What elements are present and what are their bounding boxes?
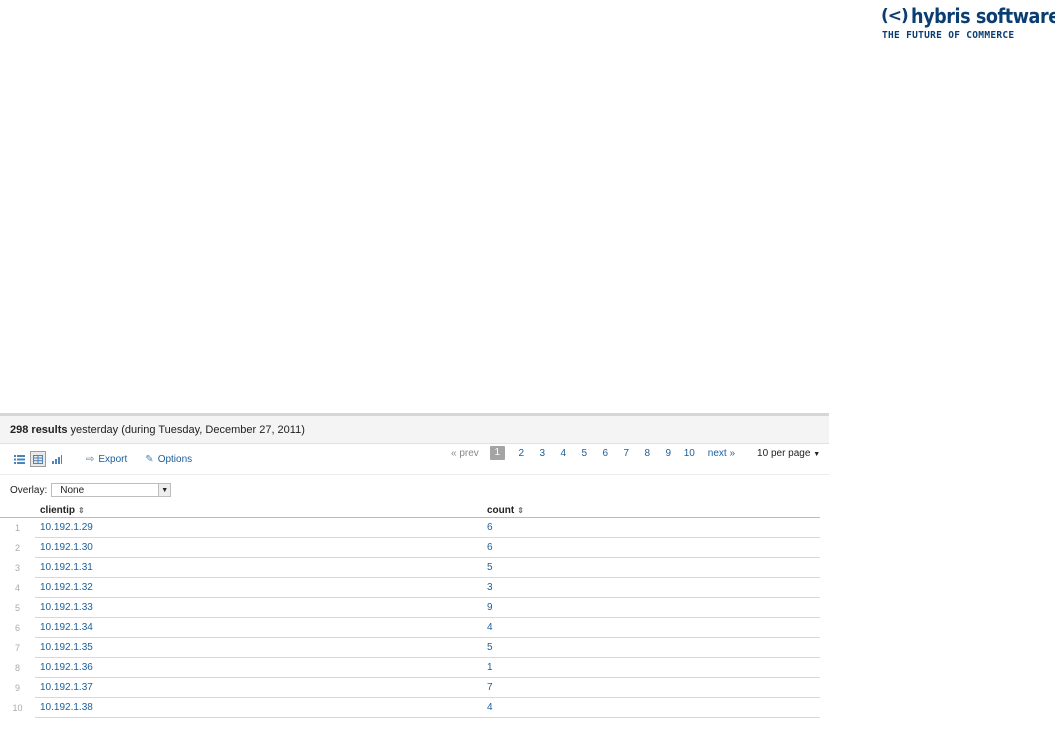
overlay-row: Overlay: None ▼ [0,475,829,505]
count-cell[interactable]: 7 [484,677,820,698]
count-column-header[interactable]: count ⇕ [484,504,820,518]
row-index: 7 [14,642,20,653]
per-page-dropdown[interactable]: 10 per page ▼ [757,448,820,459]
row-index: 3 [14,562,20,573]
bar-chart-view-icon[interactable] [50,452,64,466]
pagination: « prev 1 2 3 4 5 6 7 8 9 10 next » 10 pe… [451,446,820,460]
table-row: 6 10.192.1.34 4 [0,617,820,638]
clientip-cell[interactable]: 10.192.1.37 [35,677,484,698]
next-page-link[interactable]: next » [708,448,735,459]
clientip-cell[interactable]: 10.192.1.35 [35,637,484,658]
page-10-link[interactable]: 10 [679,448,700,459]
logo-wordmark: hybris software [910,4,1055,28]
clientip-cell[interactable]: 10.192.1.30 [35,537,484,558]
dropdown-arrow-icon: ▼ [158,484,171,496]
caret-down-icon: ▼ [813,450,821,458]
logo-tagline: THE FUTURE OF COMMERCE [882,30,1015,41]
export-icon: ⇨ [86,453,95,465]
page-3-link[interactable]: 3 [532,448,553,459]
row-index: 8 [14,662,20,673]
row-index: 9 [14,682,20,693]
table-view-icon[interactable] [30,451,46,467]
edit-icon: ✎ [145,453,154,465]
row-index: 2 [14,542,20,553]
page-4-link[interactable]: 4 [553,448,574,459]
table-row: 2 10.192.1.30 6 [0,537,820,558]
clientip-header-label: clientip [40,505,76,516]
count-cell[interactable]: 3 [484,577,820,598]
count-cell[interactable]: 4 [484,697,820,718]
results-summary: 298 results yesterday (during Tuesday, D… [0,413,829,444]
count-header-label: count [487,505,515,516]
count-cell[interactable]: 6 [484,517,820,538]
page-2-link[interactable]: 2 [511,448,532,459]
list-view-icon[interactable] [12,452,26,466]
clientip-cell[interactable]: 10.192.1.38 [35,697,484,718]
page-8-link[interactable]: 8 [637,448,658,459]
options-label: Options [157,453,193,465]
results-toolbar: ⇨ Export ✎ Options « prev 1 2 3 4 5 6 7 … [0,444,829,475]
row-index: 6 [14,622,20,633]
clientip-cell[interactable]: 10.192.1.36 [35,657,484,678]
count-cell[interactable]: 1 [484,657,820,678]
page-6-link[interactable]: 6 [595,448,616,459]
export-label: Export [98,453,128,465]
row-index: 1 [14,522,20,533]
page-7-link[interactable]: 7 [616,448,637,459]
table-row: 9 10.192.1.37 7 [0,677,820,698]
logo-mark: (<) [881,6,909,26]
row-index: 10 [12,702,23,713]
results-panel: 298 results yesterday (during Tuesday, D… [0,413,829,718]
clientip-cell[interactable]: 10.192.1.33 [35,597,484,618]
clientip-cell[interactable]: 10.192.1.29 [35,517,484,538]
row-index: 5 [14,602,20,613]
table-row: 10 10.192.1.38 4 [0,697,820,718]
count-cell[interactable]: 5 [484,637,820,658]
page-9-link[interactable]: 9 [658,448,679,459]
overlay-label: Overlay: [10,484,48,496]
count-cell[interactable]: 9 [484,597,820,618]
count-cell[interactable]: 6 [484,537,820,558]
overlay-select[interactable]: None ▼ [51,483,172,497]
row-index: 4 [14,582,20,593]
clientip-cell[interactable]: 10.192.1.31 [35,557,484,578]
table-row: 3 10.192.1.31 5 [0,557,820,578]
clientip-cell[interactable]: 10.192.1.32 [35,577,484,598]
table-header-row: clientip ⇕ count ⇕ [0,504,820,518]
table-row: 7 10.192.1.35 5 [0,637,820,658]
table-row: 5 10.192.1.33 9 [0,597,820,618]
clientip-column-header[interactable]: clientip ⇕ [35,504,484,518]
per-page-label: 10 per page [757,447,811,459]
options-button[interactable]: ✎ Options [145,454,192,465]
clientip-cell[interactable]: 10.192.1.34 [35,617,484,638]
page-5-link[interactable]: 5 [574,448,595,459]
count-cell[interactable]: 5 [484,557,820,578]
count-cell[interactable]: 4 [484,617,820,638]
hybris-logo: (<) hybris software THE FUTURE OF COMMER… [881,4,1055,41]
table-row: 8 10.192.1.36 1 [0,657,820,678]
page-1-link[interactable]: 1 [489,446,505,460]
sort-icon: ⇕ [517,506,524,515]
overlay-value: None [60,484,85,496]
results-timerange: yesterday (during Tuesday, December 27, … [70,423,305,436]
results-count: 298 results [10,423,68,436]
results-table: clientip ⇕ count ⇕ 1 10.192.1.29 6 2 10.19… [0,504,820,718]
table-row: 1 10.192.1.29 6 [0,517,820,538]
sort-icon: ⇕ [78,506,85,515]
index-header [0,504,35,518]
prev-page-link[interactable]: « prev [451,448,479,459]
table-row: 4 10.192.1.32 3 [0,577,820,598]
export-button[interactable]: ⇨ Export [86,454,127,465]
